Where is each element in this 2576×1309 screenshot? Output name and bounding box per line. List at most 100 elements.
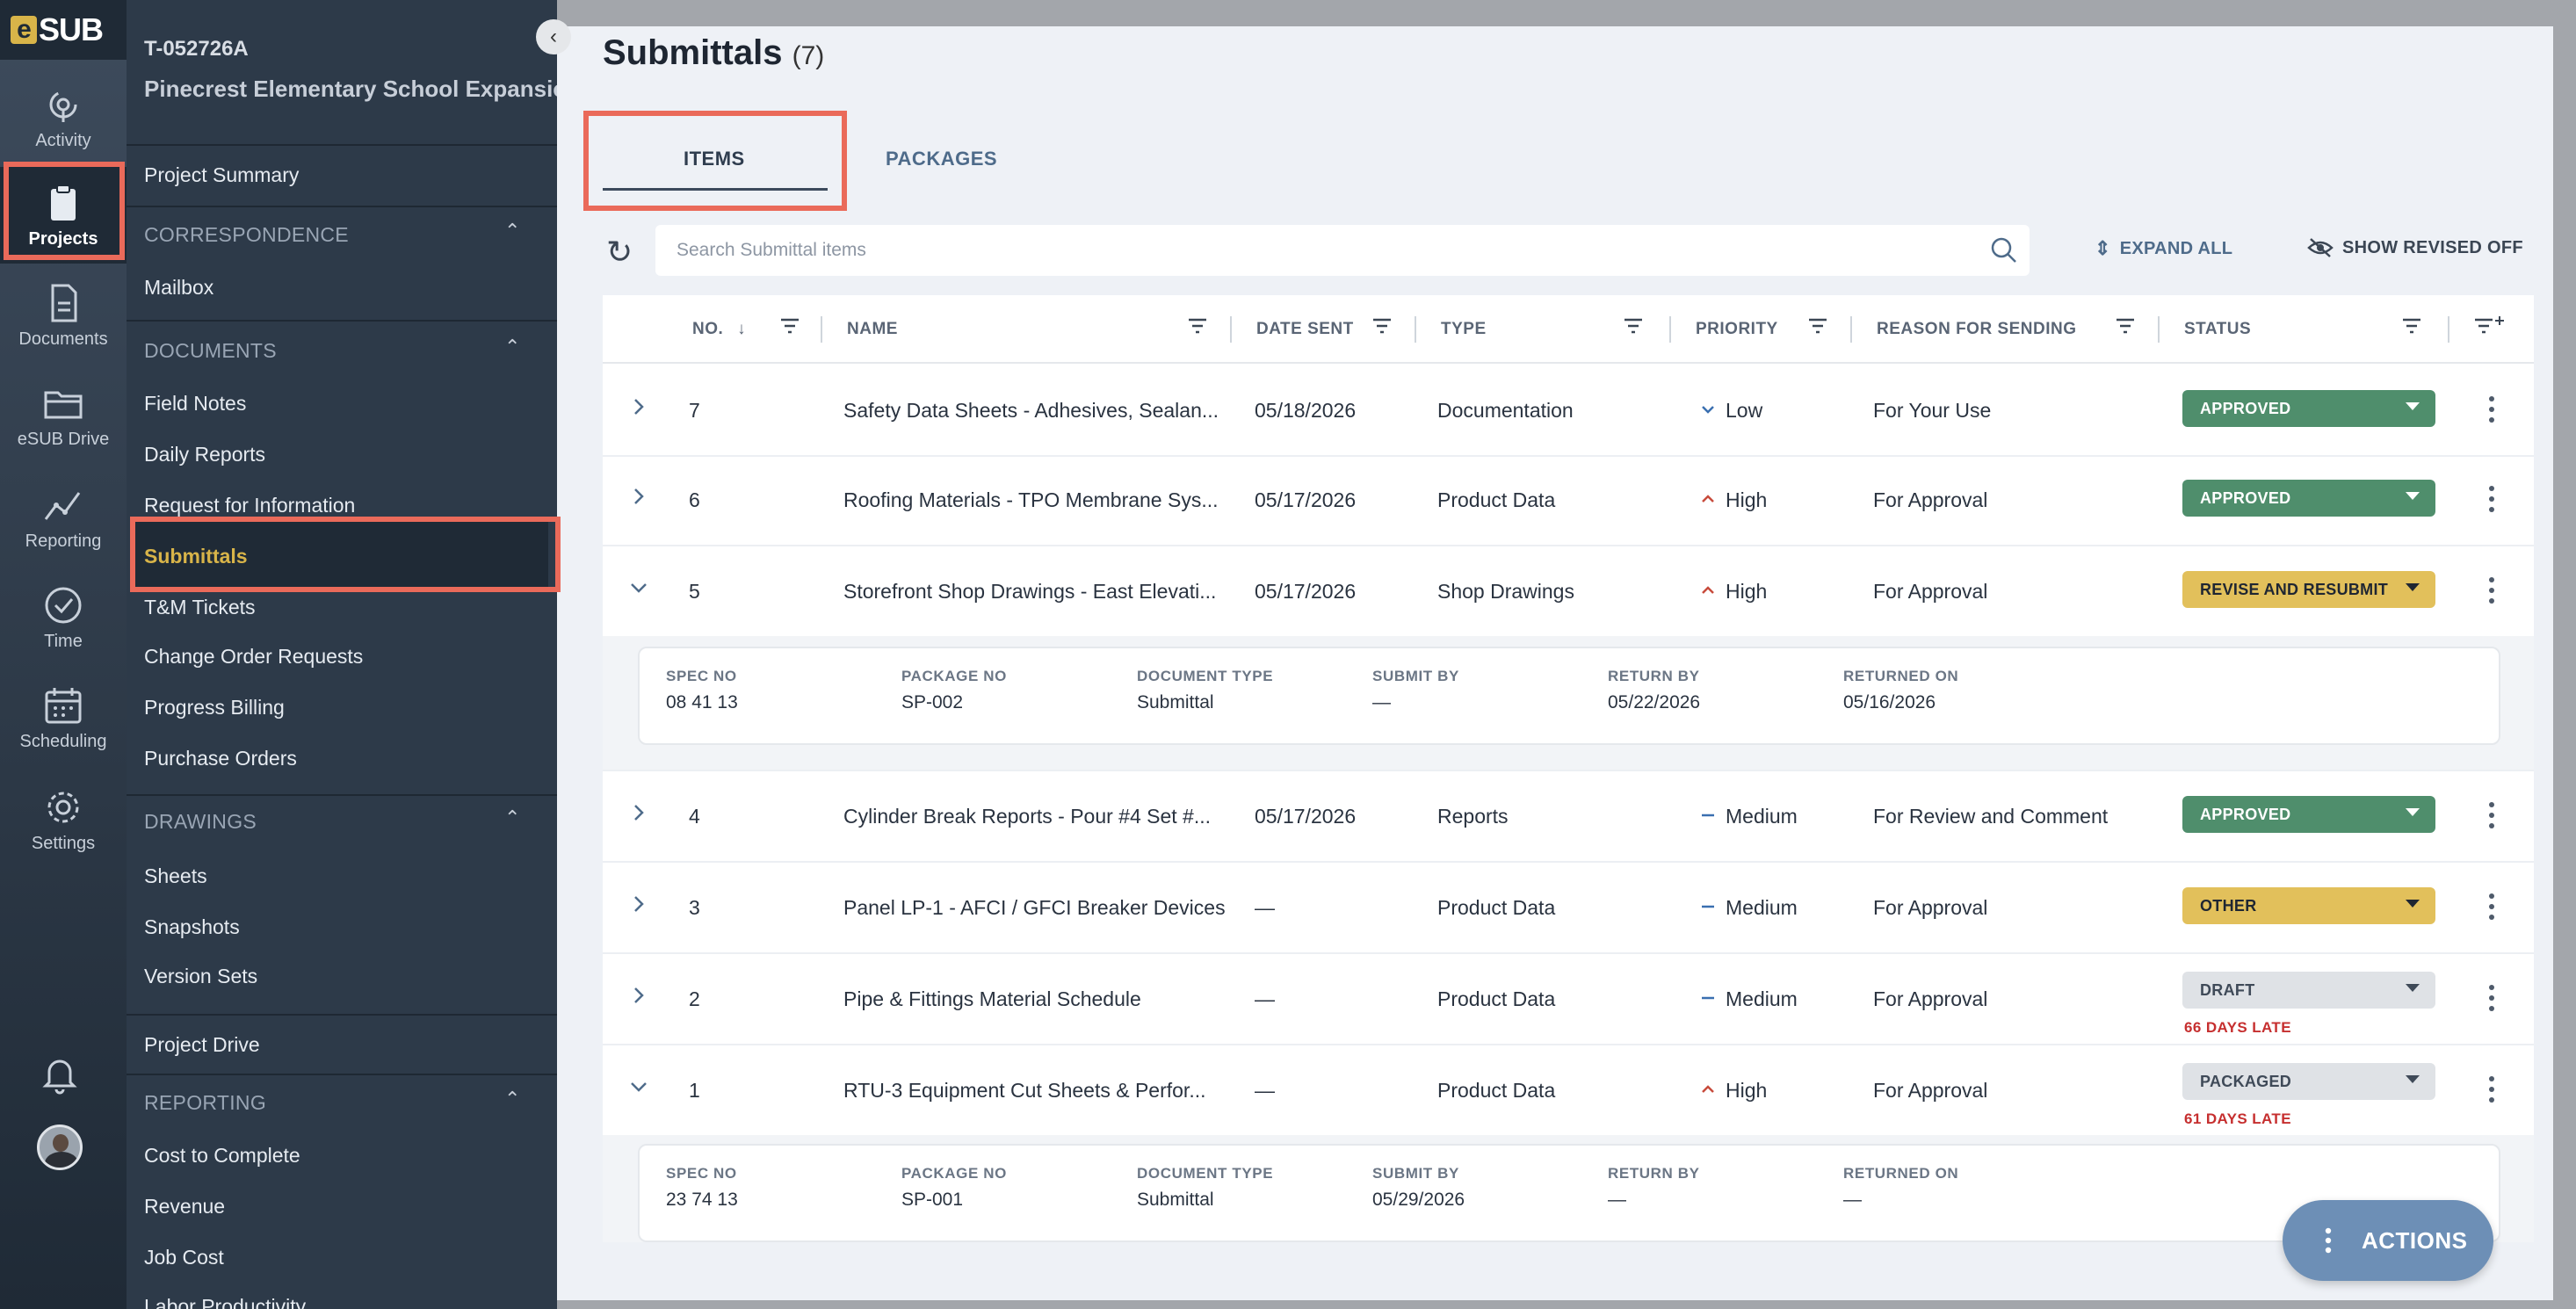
status-dropdown[interactable]: APPROVED bbox=[2182, 390, 2435, 427]
col-header-no[interactable]: NO. ↓ bbox=[692, 320, 746, 339]
table-row[interactable]: 2 Pipe & Fittings Material Schedule — Pr… bbox=[603, 954, 2534, 1044]
nav-snapshots[interactable]: Snapshots bbox=[144, 915, 240, 939]
filter-add-icon[interactable] bbox=[2472, 315, 2507, 337]
filter-icon[interactable] bbox=[1186, 315, 1209, 337]
chevron-up-icon[interactable]: ⌃ bbox=[504, 806, 520, 829]
chevron-up-icon[interactable]: ⌃ bbox=[504, 220, 520, 242]
search-input[interactable] bbox=[677, 240, 1924, 261]
expand-all-button[interactable]: ⇕ EXPAND ALL bbox=[2095, 237, 2232, 260]
avatar[interactable] bbox=[37, 1125, 83, 1170]
nav-field-notes[interactable]: Field Notes bbox=[144, 392, 246, 416]
chevron-right-icon[interactable] bbox=[627, 801, 650, 824]
nav-section-reporting[interactable]: REPORTING bbox=[144, 1091, 266, 1115]
table-row[interactable]: 6 Roofing Materials - TPO Membrane Sys..… bbox=[603, 455, 2534, 545]
chevron-right-icon[interactable] bbox=[627, 893, 650, 915]
row-name[interactable]: RTU-3 Equipment Cut Sheets & Perfor... bbox=[843, 1079, 1205, 1103]
more-vertical-icon[interactable] bbox=[2488, 801, 2495, 829]
chevron-right-icon[interactable] bbox=[627, 485, 650, 508]
filter-icon[interactable] bbox=[778, 315, 801, 337]
show-revised-toggle[interactable]: SHOW REVISED OFF bbox=[2307, 237, 2523, 258]
rail-item-activity[interactable]: Activity bbox=[0, 69, 127, 165]
nav-section-drawings[interactable]: DRAWINGS bbox=[144, 810, 257, 834]
filter-icon[interactable] bbox=[2114, 315, 2137, 337]
tab-items[interactable]: ITEMS bbox=[684, 148, 745, 170]
chevron-right-icon[interactable] bbox=[627, 984, 650, 1007]
chevron-up-icon[interactable]: ⌃ bbox=[504, 1088, 520, 1110]
actions-button[interactable]: ACTIONS bbox=[2283, 1200, 2493, 1281]
chevron-down-icon[interactable] bbox=[627, 1075, 650, 1098]
rail-item-scheduling[interactable]: Scheduling bbox=[0, 669, 127, 766]
filter-icon[interactable] bbox=[1622, 315, 1645, 337]
nav-purchase-orders[interactable]: Purchase Orders bbox=[144, 747, 297, 770]
column-separator bbox=[2448, 316, 2449, 343]
status-dropdown[interactable]: OTHER bbox=[2182, 887, 2435, 924]
row-name[interactable]: Pipe & Fittings Material Schedule bbox=[843, 987, 1141, 1011]
row-reason: For Approval bbox=[1873, 987, 1988, 1010]
status-dropdown[interactable]: PACKAGED bbox=[2182, 1063, 2435, 1100]
filter-icon[interactable] bbox=[2400, 315, 2423, 337]
col-header-priority[interactable]: PRIORITY bbox=[1696, 320, 1778, 339]
nav-mailbox[interactable]: Mailbox bbox=[144, 276, 213, 300]
nav-project-drive[interactable]: Project Drive bbox=[144, 1033, 260, 1057]
rail-item-time[interactable]: Time bbox=[0, 569, 127, 666]
chevron-down-icon[interactable] bbox=[627, 576, 650, 599]
rail-item-projects[interactable]: Projects bbox=[0, 167, 127, 264]
row-name[interactable]: Roofing Materials - TPO Membrane Sys... bbox=[843, 488, 1219, 512]
row-name[interactable]: Cylinder Break Reports - Pour #4 Set #..… bbox=[843, 805, 1211, 828]
table-row[interactable]: 4 Cylinder Break Reports - Pour #4 Set #… bbox=[603, 771, 2534, 861]
refresh-icon[interactable]: ↻ bbox=[606, 234, 633, 271]
nav-cost-to-complete[interactable]: Cost to Complete bbox=[144, 1144, 300, 1168]
nav-version-sets[interactable]: Version Sets bbox=[144, 965, 257, 988]
filter-icon[interactable] bbox=[1806, 315, 1829, 337]
col-header-name[interactable]: NAME bbox=[847, 320, 898, 339]
more-vertical-icon[interactable] bbox=[2488, 485, 2495, 513]
status-dropdown[interactable]: REVISE AND RESUBMIT bbox=[2182, 571, 2435, 608]
status-dropdown[interactable]: APPROVED bbox=[2182, 796, 2435, 833]
nav-revenue[interactable]: Revenue bbox=[144, 1195, 225, 1219]
more-vertical-icon[interactable] bbox=[2488, 576, 2495, 604]
rail-item-documents[interactable]: Documents bbox=[0, 267, 127, 364]
more-vertical-icon[interactable] bbox=[2488, 395, 2495, 423]
nav-daily-reports[interactable]: Daily Reports bbox=[144, 443, 265, 466]
collapse-nav-button[interactable]: ‹ bbox=[536, 19, 571, 54]
nav-rfi[interactable]: Request for Information bbox=[144, 494, 355, 517]
nav-section-correspondence[interactable]: CORRESPONDENCE bbox=[144, 223, 349, 247]
nav-change-order-requests[interactable]: Change Order Requests bbox=[144, 645, 363, 669]
col-header-date-sent[interactable]: DATE SENT bbox=[1256, 320, 1354, 339]
more-vertical-icon[interactable] bbox=[2488, 893, 2495, 921]
table-row[interactable]: 1 RTU-3 Equipment Cut Sheets & Perfor...… bbox=[603, 1045, 2534, 1135]
table-row[interactable]: 3 Panel LP-1 - AFCI / GFCI Breaker Devic… bbox=[603, 863, 2534, 952]
status-dropdown[interactable]: DRAFT bbox=[2182, 972, 2435, 1009]
col-header-reason[interactable]: REASON FOR SENDING bbox=[1877, 320, 2077, 339]
row-name[interactable]: Storefront Shop Drawings - East Elevati.… bbox=[843, 580, 1216, 604]
rail-item-reporting[interactable]: Reporting bbox=[0, 469, 127, 566]
nav-submittals[interactable]: Submittals bbox=[144, 545, 248, 568]
chevron-up-icon[interactable]: ⌃ bbox=[504, 336, 520, 358]
col-header-type[interactable]: TYPE bbox=[1441, 320, 1487, 339]
row-name[interactable]: Panel LP-1 - AFCI / GFCI Breaker Devices bbox=[843, 896, 1226, 920]
table-row[interactable]: 5 Storefront Shop Drawings - East Elevat… bbox=[603, 546, 2534, 636]
more-vertical-icon[interactable] bbox=[2488, 984, 2495, 1012]
nav-job-cost[interactable]: Job Cost bbox=[144, 1246, 224, 1269]
status-dropdown[interactable]: APPROVED bbox=[2182, 480, 2435, 517]
nav-section-documents[interactable]: DOCUMENTS bbox=[144, 339, 277, 363]
nav-sheets[interactable]: Sheets bbox=[144, 864, 207, 888]
nav-progress-billing[interactable]: Progress Billing bbox=[144, 696, 285, 720]
search-icon[interactable] bbox=[1989, 235, 2019, 265]
filter-icon[interactable] bbox=[1371, 315, 1393, 337]
rail-item-esub-drive[interactable]: eSUB Drive bbox=[0, 367, 127, 464]
col-header-status[interactable]: STATUS bbox=[2184, 320, 2251, 339]
table-row[interactable]: 7 Safety Data Sheets - Adhesives, Sealan… bbox=[603, 365, 2534, 455]
nav-labor-productivity[interactable]: Labor Productivity bbox=[144, 1295, 306, 1309]
row-name[interactable]: Safety Data Sheets - Adhesives, Sealan..… bbox=[843, 399, 1219, 423]
priority-medium-icon bbox=[1702, 996, 1714, 1000]
bell-icon[interactable] bbox=[39, 1052, 81, 1095]
more-vertical-icon[interactable] bbox=[2488, 1075, 2495, 1103]
nav-tm-tickets[interactable]: T&M Tickets bbox=[144, 596, 256, 619]
chevron-right-icon[interactable] bbox=[627, 395, 650, 418]
search-box[interactable] bbox=[655, 225, 2030, 276]
esub-logo[interactable]: e SUB bbox=[0, 0, 127, 60]
nav-project-summary[interactable]: Project Summary bbox=[144, 163, 299, 187]
rail-item-settings[interactable]: Settings bbox=[0, 771, 127, 868]
tab-packages[interactable]: PACKAGES bbox=[886, 148, 997, 170]
